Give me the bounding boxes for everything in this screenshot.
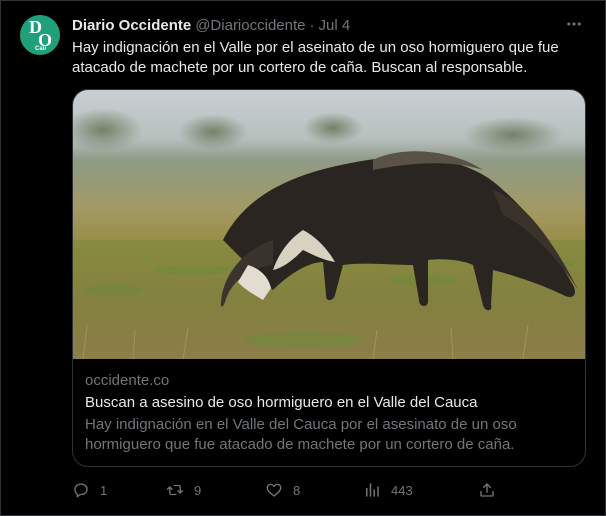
tweet-text: Hay indignación en el Valle por el asein… bbox=[72, 39, 559, 76]
views-count: 443 bbox=[391, 482, 413, 498]
tweet-date[interactable]: Jul 4 bbox=[318, 17, 350, 34]
reply-count: 1 bbox=[100, 482, 108, 498]
card-domain: occidente.co bbox=[85, 372, 170, 389]
diario-occidente-logo: D O Cali bbox=[29, 17, 53, 52]
tweet-actions: 1 9 8 443 bbox=[72, 479, 512, 501]
views-button[interactable]: 443 bbox=[363, 479, 413, 501]
author-handle[interactable]: @Diarioccidente bbox=[195, 17, 305, 34]
anteater-image bbox=[73, 90, 585, 359]
separator: · bbox=[309, 16, 315, 34]
avatar[interactable]: D O Cali bbox=[20, 15, 60, 55]
author-name[interactable]: Diario Occidente bbox=[72, 17, 191, 34]
reply-button[interactable]: 1 bbox=[72, 479, 107, 501]
share-button[interactable] bbox=[478, 479, 496, 501]
retweet-icon bbox=[166, 484, 184, 496]
like-button[interactable]: 8 bbox=[265, 479, 300, 501]
link-card[interactable]: occidente.co Buscan a asesino de oso hor… bbox=[72, 89, 586, 467]
card-title[interactable]: Buscan a asesino de oso hormiguero en el… bbox=[85, 394, 477, 411]
reply-icon bbox=[74, 483, 88, 498]
share-icon bbox=[480, 483, 494, 497]
heart-icon bbox=[266, 483, 282, 497]
ellipsis-icon bbox=[567, 22, 581, 26]
like-count: 8 bbox=[293, 482, 301, 498]
tweet-header: Diario Occidente @Diarioccidente · Jul 4 bbox=[72, 15, 350, 35]
card-body[interactable]: occidente.co Buscan a asesino de oso hor… bbox=[73, 359, 585, 466]
more-options-button[interactable] bbox=[560, 13, 588, 35]
views-icon bbox=[366, 483, 379, 497]
retweet-count: 9 bbox=[194, 482, 202, 498]
card-description: Hay indignación en el Valle del Cauca po… bbox=[85, 416, 517, 453]
retweet-button[interactable]: 9 bbox=[166, 479, 201, 501]
